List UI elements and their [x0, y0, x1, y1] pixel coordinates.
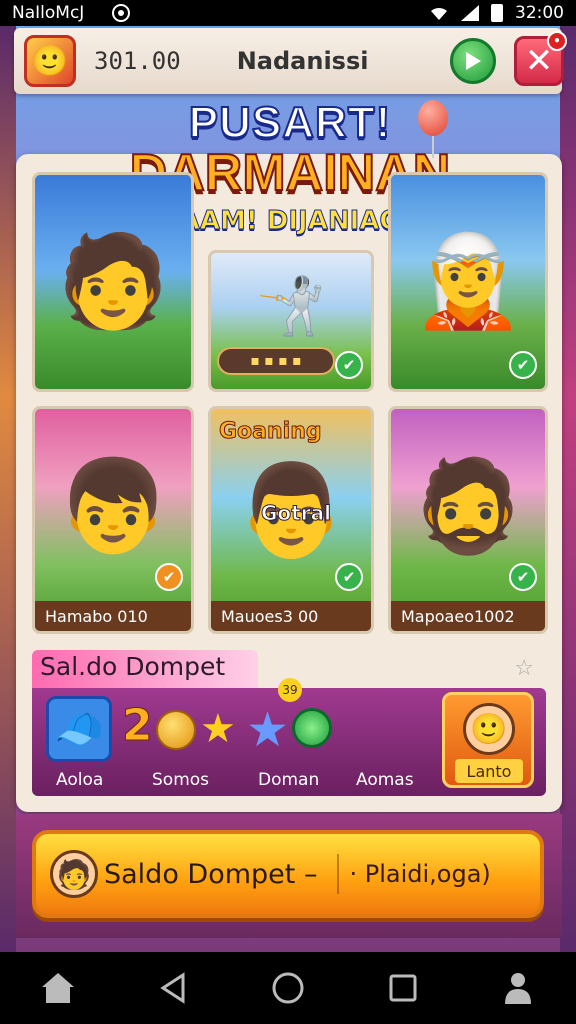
- card-caption: Mauoes3 00: [211, 601, 371, 631]
- notification-badge-icon: •: [547, 31, 567, 51]
- card-character: 👦: [56, 453, 170, 559]
- card-mid-label: Gotral: [261, 501, 332, 526]
- wallet-label-2: Somos: [152, 770, 210, 790]
- check-icon[interactable]: ✔: [335, 563, 363, 591]
- wallet-section: Sal.do Dompet ☆ 🧢 2 ★ ★ 39 Aoloa Somos D…: [32, 650, 546, 796]
- wallet-action-button[interactable]: 🙂 Lanto: [442, 692, 534, 788]
- star-icon[interactable]: ★: [200, 706, 236, 752]
- status-bar: NaIloMcJ 32:00: [0, 0, 576, 26]
- wallet-count: 2: [122, 700, 154, 752]
- recents-icon[interactable]: [381, 966, 425, 1010]
- home-circle-icon[interactable]: [266, 966, 310, 1010]
- character-face-icon: 🙂: [463, 703, 515, 755]
- settings-indicator-icon: [112, 4, 131, 22]
- card-character: 🧝: [411, 229, 525, 334]
- star-outline-icon[interactable]: ☆: [514, 656, 534, 681]
- right-border: [560, 26, 576, 952]
- game-card-2[interactable]: 🤺 ▪ ▪ ▪ ▪ ✔: [208, 250, 374, 392]
- play-icon: [466, 52, 481, 70]
- close-button[interactable]: ✕ •: [514, 31, 567, 86]
- back-icon[interactable]: [151, 966, 195, 1010]
- game-card-3[interactable]: 🧝 ✔: [388, 172, 548, 392]
- character-face-icon: 🧑: [50, 850, 98, 898]
- clock: 32:00: [515, 3, 564, 23]
- wallet-label-3: Doman: [258, 770, 320, 790]
- card-top-label: Goaning: [219, 419, 323, 445]
- home-icon[interactable]: [36, 966, 80, 1010]
- card-caption: Mapoaeo1002: [391, 601, 545, 631]
- banner-line-1: PUSART!: [188, 98, 392, 147]
- left-border: [0, 26, 16, 952]
- card-caption: Hamabo 010: [35, 601, 191, 631]
- blue-star-icon[interactable]: ★: [246, 702, 289, 758]
- signal-icon: [461, 5, 479, 21]
- coin-icon[interactable]: [156, 710, 196, 750]
- game-card-6[interactable]: 🧔 ✔ Mapoaeo1002: [388, 406, 548, 634]
- coin-balance: 301.00: [94, 47, 181, 75]
- wallet-avatar[interactable]: 🧢: [46, 696, 112, 762]
- wallet-badge: 39: [278, 678, 302, 702]
- wallet-balance-label: Saldo Dompet –: [104, 858, 318, 890]
- system-navigation-bar: [0, 952, 576, 1024]
- battery-icon: [491, 4, 503, 22]
- wallet-label-4: Aomas: [356, 770, 414, 790]
- wallet-label-1: Aoloa: [56, 770, 104, 790]
- divider: [337, 854, 340, 894]
- wallet-action-label: Lanto: [455, 759, 523, 783]
- check-icon[interactable]: ✔: [155, 563, 183, 591]
- top-header: 🙂 301.00 Nadanissi ✕ •: [14, 28, 567, 94]
- wallet-body: 🧢 2 ★ ★ 39 Aoloa Somos Doman Aomas 🙂 Lan…: [32, 678, 546, 796]
- wallet-balance-value: · Plaidi,oga): [349, 860, 491, 888]
- check-icon[interactable]: ✔: [509, 351, 537, 379]
- check-icon[interactable]: ✔: [335, 351, 363, 379]
- game-card-5[interactable]: Goaning 👨 Gotral ✔ Mauoes3 00: [208, 406, 374, 634]
- wallet-balance-button[interactable]: 🧑 Saldo Dompet – · Plaidi,oga): [32, 830, 544, 918]
- play-button[interactable]: [450, 38, 496, 84]
- green-gem-icon[interactable]: [292, 708, 332, 748]
- profile-icon[interactable]: [496, 966, 540, 1010]
- wifi-icon: [431, 7, 447, 21]
- card-character: 🤺: [256, 274, 326, 340]
- card-character: 🧑: [56, 229, 170, 334]
- card-progress-bar: ▪ ▪ ▪ ▪: [217, 347, 335, 375]
- check-icon[interactable]: ✔: [509, 563, 537, 591]
- player-avatar[interactable]: 🙂: [24, 35, 76, 87]
- game-card-1[interactable]: 🧑: [32, 172, 194, 392]
- card-character: 🧔: [411, 453, 525, 559]
- game-card-4[interactable]: 👦 ✔ Hamabo 010: [32, 406, 194, 634]
- wallet-title: Sal.do Dompet: [40, 652, 226, 681]
- header-title: Nadanissi: [236, 47, 369, 75]
- carrier-label: NaIloMcJ: [12, 3, 85, 23]
